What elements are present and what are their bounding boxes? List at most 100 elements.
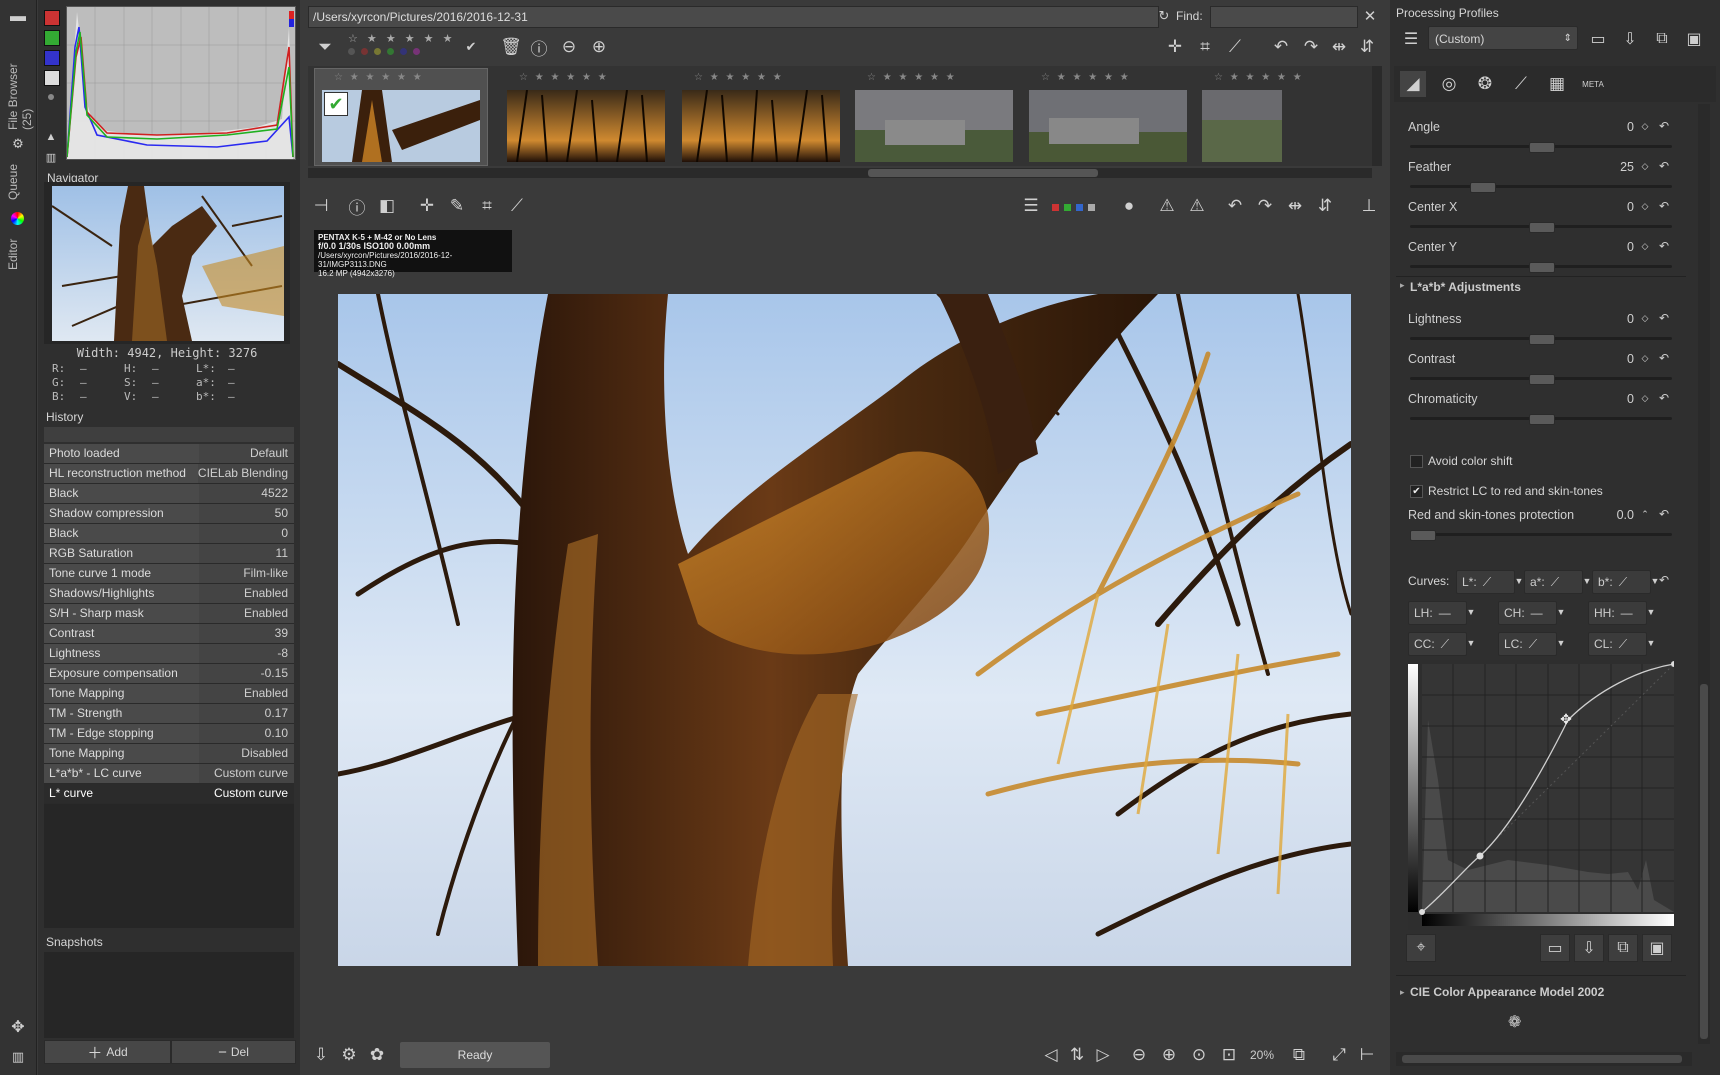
history-row[interactable]: Photo loaded Default	[44, 444, 294, 464]
new-detail-window-icon[interactable]: ⧉	[1286, 1042, 1312, 1068]
avoid-color-shift-checkbox[interactable]	[1410, 455, 1423, 468]
paste-profile-icon[interactable]: ▣	[1680, 26, 1708, 52]
navigator-preview[interactable]	[52, 186, 284, 341]
spin-icon[interactable]: ◇	[1638, 239, 1652, 253]
folder-icon[interactable]: ▬	[6, 6, 30, 28]
tab-transform-icon[interactable]: ⟋	[1508, 71, 1534, 97]
save-profile-icon[interactable]: ⇩	[1616, 26, 1644, 52]
history-row[interactable]: Exposure compensation -0.15	[44, 664, 294, 684]
curve-button[interactable]: CC: ⟋	[1408, 632, 1467, 656]
curve-button[interactable]: HH: —	[1588, 601, 1647, 625]
zoom-in-icon[interactable]: ⊕	[1156, 1042, 1182, 1068]
curve-editor[interactable]: ✥	[1408, 660, 1674, 930]
copy-profile-icon[interactable]: ⧉	[1648, 26, 1676, 52]
zoom-out-icon[interactable]: ⊖	[1126, 1042, 1152, 1068]
profile-list-icon[interactable]: ☰	[1398, 26, 1424, 52]
expand-icon[interactable]: ▸	[1400, 280, 1405, 291]
slider-track[interactable]	[1410, 374, 1672, 385]
spin-icon[interactable]: ◇	[1638, 119, 1652, 133]
path-field[interactable]: /Users/xyrcon/Pictures/2016/2016-12-31	[308, 6, 1159, 28]
reset-icon[interactable]: ↶	[1656, 391, 1672, 405]
main-preview-image[interactable]	[338, 294, 1351, 966]
thumb-rating[interactable]: ☆ ★ ★ ★ ★ ★	[867, 72, 957, 83]
snapshots-list[interactable]	[44, 952, 294, 1038]
white-balance-picker-icon[interactable]: ✎	[444, 193, 470, 219]
find-input[interactable]	[1210, 6, 1358, 28]
expand-icon[interactable]: ▸	[1400, 987, 1405, 998]
slider-knob[interactable]	[1529, 334, 1555, 345]
slider-value[interactable]: 0	[1574, 200, 1634, 214]
history-row[interactable]: S/H - Sharp mask Enabled	[44, 604, 294, 624]
chevron-down-icon[interactable]: ▼	[1644, 605, 1658, 619]
straighten-tool-icon[interactable]: ⟋	[1222, 34, 1248, 60]
slider-knob[interactable]	[1529, 414, 1555, 425]
profile-select[interactable]: (Custom) ⇕	[1428, 26, 1578, 50]
thumb-rating[interactable]: ☆ ★ ★ ★ ★ ★	[1041, 72, 1131, 83]
thumb-rating[interactable]: ☆ ★ ★ ★ ★ ★	[1214, 72, 1304, 83]
before-after-icon[interactable]: ◧	[374, 193, 400, 219]
queue-icon[interactable]: ⚙	[336, 1042, 362, 1068]
channel-preview-buttons[interactable]	[1052, 204, 1095, 211]
edited-filter-icon[interactable]: ✔	[458, 34, 484, 60]
bar-toggle-icon[interactable]: ▥	[44, 150, 58, 164]
lab-adjustments-title[interactable]: L*a*b* Adjustments	[1410, 280, 1521, 294]
slider-value[interactable]: 0	[1574, 392, 1634, 406]
shadow-clip-warning-icon[interactable]: ⚠	[1154, 193, 1180, 219]
save-image-icon[interactable]: ⇩	[308, 1042, 334, 1068]
curve-button[interactable]: CL: ⟋	[1588, 632, 1647, 656]
previous-image-icon[interactable]: ◁	[1038, 1042, 1064, 1068]
reset-icon[interactable]: ↶	[1656, 119, 1672, 133]
fit-screen-icon[interactable]: ⊡	[1216, 1042, 1242, 1068]
spin-icon[interactable]: ◇	[1638, 159, 1652, 173]
hide-right-panel-icon[interactable]: ⊢	[1354, 1042, 1380, 1068]
scroll-thumb[interactable]	[1402, 1055, 1682, 1063]
thumb-rating[interactable]: ☆ ★ ★ ★ ★ ★	[519, 72, 609, 83]
filter-icon[interactable]: ⏷	[312, 34, 338, 60]
slider-value[interactable]: 0	[1574, 120, 1634, 134]
open-curve-icon[interactable]: ▭	[1540, 934, 1570, 962]
slider-track[interactable]	[1410, 142, 1672, 153]
history-row[interactable]: HL reconstruction method CIELab Blending	[44, 464, 294, 484]
save-curve-icon[interactable]: ⇩	[1574, 934, 1604, 962]
zoom-in-thumbs-icon[interactable]: ⊕	[586, 34, 612, 60]
history-row[interactable]: Shadows/Highlights Enabled	[44, 584, 294, 604]
open-profile-icon[interactable]: ▭	[1584, 26, 1612, 52]
reset-icon[interactable]: ↶	[1656, 199, 1672, 213]
reset-icon[interactable]: ↶	[1656, 311, 1672, 325]
raw-toggle-icon[interactable]: ▲	[44, 130, 58, 144]
history-row[interactable]: Shadow compression 50	[44, 504, 294, 524]
protection-value[interactable]: 0.0	[1574, 508, 1634, 522]
right-vscroll[interactable]	[1698, 104, 1710, 1044]
tab-queue[interactable]: Queue	[6, 156, 20, 200]
spin-icon[interactable]: ◇	[1638, 391, 1652, 405]
chevron-down-icon[interactable]: ▼	[1554, 636, 1568, 650]
paste-curve-icon[interactable]: ▣	[1642, 934, 1672, 962]
reset-icon[interactable]: ↶	[1656, 507, 1672, 521]
straighten-tool-icon[interactable]: ⟋	[504, 193, 530, 219]
hand-tool-icon[interactable]: ✛	[1162, 34, 1188, 60]
protection-slider[interactable]	[1410, 530, 1672, 541]
right-hscroll[interactable]	[1396, 1052, 1692, 1066]
rotate-right-icon[interactable]: ↷	[1298, 34, 1324, 60]
history-row[interactable]: Tone Mapping Disabled	[44, 744, 294, 764]
sync-filmstrip-icon[interactable]: ⇅	[1064, 1042, 1090, 1068]
red-channel-toggle[interactable]	[44, 10, 60, 26]
ciecam-title[interactable]: CIE Color Appearance Model 2002	[1410, 985, 1604, 999]
tab-editor[interactable]: Editor	[6, 230, 20, 270]
curve-button[interactable]: L*: ⟋	[1456, 570, 1515, 594]
spin-icon[interactable]: ⌃	[1638, 507, 1652, 521]
preview-mode-icon[interactable]: ☰	[1018, 193, 1044, 219]
trash-filter-icon[interactable]: 🗑	[498, 34, 524, 60]
star-filter[interactable]: ☆ ★ ★ ★ ★ ★	[348, 32, 455, 45]
slider-track[interactable]	[1410, 182, 1672, 193]
scroll-thumb[interactable]	[1700, 684, 1708, 1039]
curve-button[interactable]: LH: —	[1408, 601, 1467, 625]
chevron-down-icon[interactable]: ▼	[1644, 636, 1658, 650]
rotate-left-icon[interactable]: ↶	[1222, 193, 1248, 219]
spin-icon[interactable]: ◇	[1638, 199, 1652, 213]
hide-left-panel-icon[interactable]: ⊣	[308, 193, 334, 219]
history-row[interactable]: L*a*b* - LC curve Custom curve	[44, 764, 294, 784]
focus-mask-icon[interactable]: ●	[1116, 193, 1142, 219]
thumb-rating[interactable]: ☆ ★ ★ ★ ★ ★	[334, 72, 424, 83]
slider-track[interactable]	[1410, 262, 1672, 273]
